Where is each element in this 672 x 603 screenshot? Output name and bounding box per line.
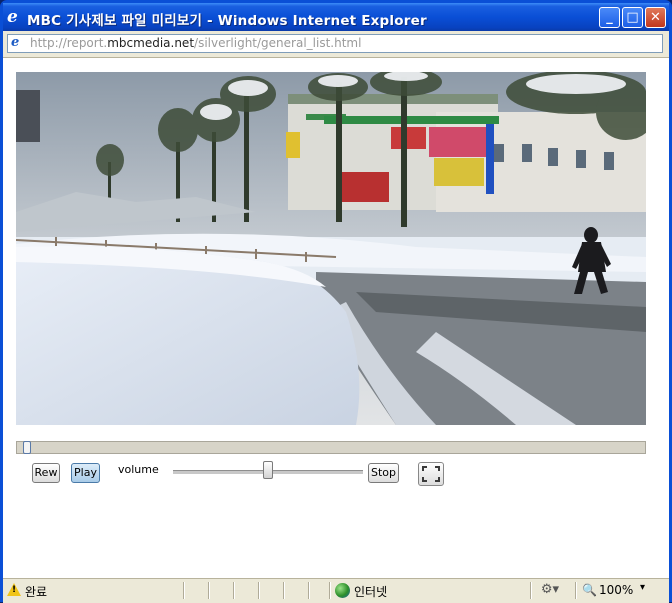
status-bar: ! 완료 인터넷 ⚙▾ 🔍 100% ▾ (3, 578, 669, 603)
seek-bar[interactable] (16, 441, 646, 454)
ie-icon: e (7, 7, 18, 27)
address-bar: e http://report.mbcmedia.net/silverlight… (3, 31, 669, 58)
volume-label: volume (118, 463, 159, 476)
internet-zone-icon (335, 583, 350, 598)
url-domain: mbcmedia.net (107, 36, 195, 50)
zoom-icon[interactable]: 🔍 (582, 583, 597, 597)
video-frame[interactable] (16, 72, 646, 425)
protected-mode-icon[interactable]: ⚙▾ (538, 582, 562, 599)
address-url: http://report.mbcmedia.net/silverlight/g… (30, 36, 361, 50)
rewind-button[interactable]: Rew (32, 463, 60, 483)
fullscreen-icon (422, 466, 440, 482)
window-title: MBC 기사제보 파일 미리보기 - Windows Internet Expl… (27, 13, 427, 29)
status-text: 완료 (25, 585, 48, 599)
zoom-dropdown-icon[interactable]: ▾ (640, 582, 645, 593)
zone-text: 인터넷 (354, 585, 388, 599)
close-button[interactable]: ✕ (645, 7, 666, 28)
zoom-level[interactable]: 100% (599, 583, 633, 597)
stop-button[interactable]: Stop (368, 463, 399, 483)
volume-slider-thumb[interactable] (263, 461, 273, 479)
fullscreen-button[interactable] (418, 462, 444, 486)
play-button[interactable]: Play (71, 463, 100, 483)
url-prefix: http://report. (30, 36, 108, 50)
maximize-button[interactable]: □ (622, 7, 643, 28)
video-image (16, 72, 646, 425)
browser-window: e MBC 기사제보 파일 미리보기 - Windows Internet Ex… (0, 0, 672, 603)
page-icon: e (11, 35, 20, 50)
title-bar[interactable]: e MBC 기사제보 파일 미리보기 - Windows Internet Ex… (3, 3, 669, 31)
page-content: Rew Play volume Stop (3, 58, 669, 578)
url-suffix: /silverlight/general_list.html (194, 36, 362, 50)
address-field[interactable]: e http://report.mbcmedia.net/silverlight… (7, 34, 663, 53)
minimize-button[interactable]: _ (599, 7, 620, 28)
seek-thumb[interactable] (23, 441, 32, 454)
